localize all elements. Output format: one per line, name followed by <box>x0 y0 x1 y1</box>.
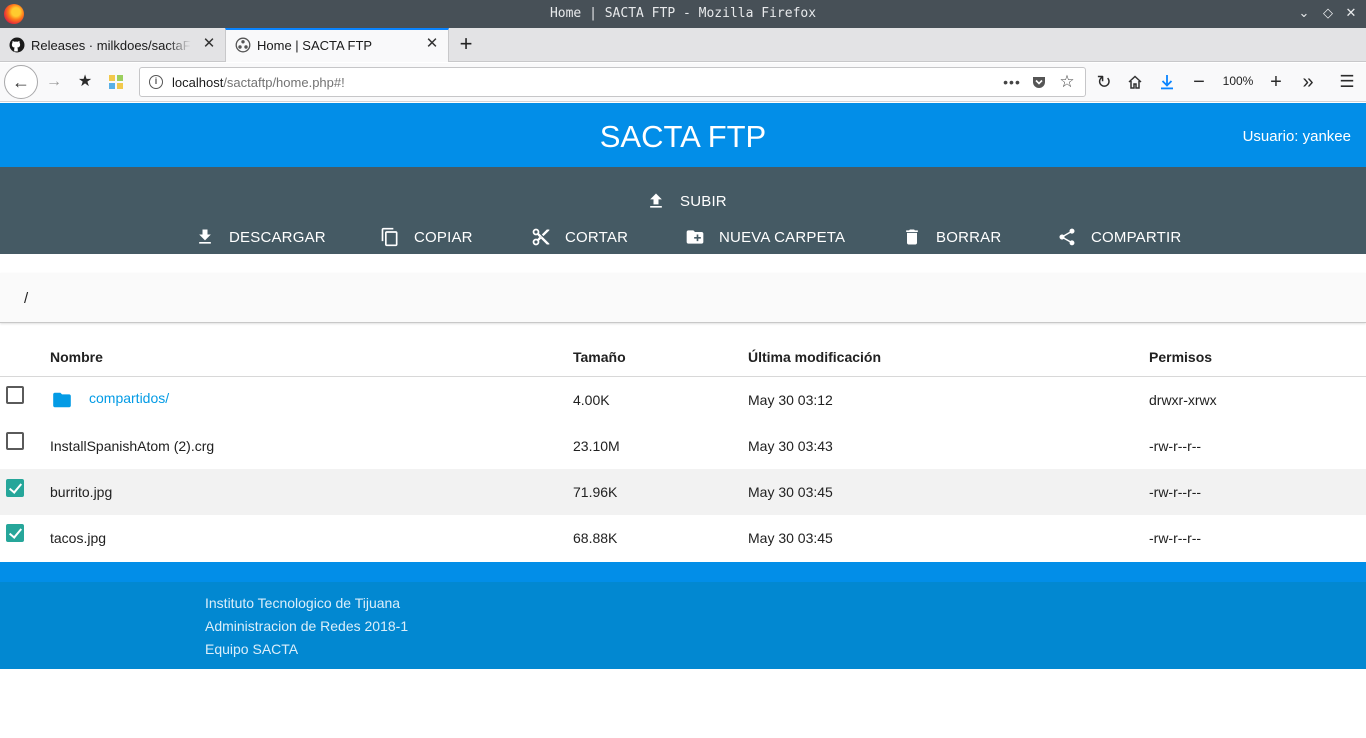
close-window-icon[interactable]: ✕ <box>1343 5 1359 21</box>
overflow-chevrons-icon[interactable]: » <box>1296 70 1320 94</box>
file-modified: May 30 03:45 <box>748 530 833 546</box>
tab-strip: Releases · milkdoes/sactaFTP ✕ Home | SA… <box>0 28 1366 62</box>
github-icon <box>9 37 25 53</box>
header-modified[interactable]: Última modificación <box>748 349 881 365</box>
zoom-level[interactable]: 100% <box>1216 74 1260 88</box>
delete-label: BORRAR <box>936 229 1002 246</box>
library-icon[interactable]: ★ <box>73 70 97 94</box>
folder-icon <box>53 392 71 408</box>
forward-button[interactable]: → <box>42 70 66 94</box>
file-size: 4.00K <box>573 392 610 408</box>
zoom-out-icon[interactable]: − <box>1187 70 1211 94</box>
table-header: Nombre Tamaño Última modificación Permis… <box>0 338 1366 377</box>
cut-label: CORTAR <box>565 229 629 246</box>
download-icon <box>199 229 211 244</box>
minimize-icon[interactable]: ⌄ <box>1296 5 1312 21</box>
app-header: SACTA FTP Usuario: yankee <box>0 103 1366 167</box>
downloads-icon[interactable] <box>1155 70 1179 94</box>
tab-label: Releases · milkdoes/sactaFTP <box>31 38 191 53</box>
table-row[interactable]: compartidos/ 4.00K May 30 03:12 drwxr-xr… <box>0 377 1366 423</box>
footer-institution: Instituto Tecnologico de Tijuana <box>205 595 401 611</box>
breadcrumb: / <box>0 273 1366 323</box>
share-icon <box>1059 228 1075 246</box>
close-tab-icon[interactable]: ✕ <box>424 36 440 52</box>
file-name[interactable]: InstallSpanishAtom (2).crg <box>50 438 214 454</box>
home-icon[interactable] <box>1123 70 1147 94</box>
url-bar[interactable]: i localhost/sactaftp/home.php#! ••• ☆ <box>139 67 1086 97</box>
user-label: Usuario: yankee <box>1242 128 1351 145</box>
new-folder-icon <box>686 230 704 244</box>
upload-label: SUBIR <box>680 193 727 210</box>
upload-icon <box>650 193 662 208</box>
scissors-icon <box>532 228 550 246</box>
file-permissions: -rw-r--r-- <box>1149 530 1202 546</box>
page-actions-icon[interactable]: ••• <box>1001 71 1023 93</box>
site-info-icon[interactable]: i <box>149 75 163 89</box>
url-text[interactable]: localhost/sactaftp/home.php#! <box>172 75 345 90</box>
download-label: DESCARGAR <box>229 229 326 246</box>
tab-releases[interactable]: Releases · milkdoes/sactaFTP ✕ <box>0 28 225 62</box>
window-titlebar: Home | SACTA FTP - Mozilla Firefox ⌄ ◇ ✕ <box>0 0 1366 28</box>
app-title: SACTA FTP <box>599 119 767 154</box>
copy-label: COPIAR <box>414 229 473 246</box>
file-name[interactable]: burrito.jpg <box>50 484 112 500</box>
file-permissions: -rw-r--r-- <box>1149 438 1202 454</box>
tab-home-active[interactable]: Home | SACTA FTP ✕ <box>225 28 449 62</box>
copy-icon <box>381 227 398 247</box>
hamburger-menu-icon[interactable]: ☰ <box>1335 70 1359 94</box>
pocket-icon[interactable] <box>1028 71 1050 93</box>
header-name[interactable]: Nombre <box>50 349 103 365</box>
header-size[interactable]: Tamaño <box>573 349 626 365</box>
table-row-selected[interactable]: tacos.jpg 68.88K May 30 03:45 -rw-r--r-- <box>0 515 1366 561</box>
window-title: Home | SACTA FTP - Mozilla Firefox <box>549 6 817 21</box>
page-footer: Instituto Tecnologico de Tijuana Adminis… <box>0 562 1366 669</box>
new-tab-icon[interactable]: + <box>455 32 477 56</box>
zoom-in-icon[interactable]: + <box>1264 70 1288 94</box>
file-modified: May 30 03:43 <box>748 438 833 454</box>
file-modified: May 30 03:12 <box>748 392 833 408</box>
reload-icon[interactable]: ↻ <box>1092 70 1116 94</box>
row-checkbox[interactable] <box>6 386 24 404</box>
file-name-link[interactable]: compartidos/ <box>89 390 169 406</box>
footer-course: Administracion de Redes 2018-1 <box>205 618 409 634</box>
file-size: 23.10M <box>573 438 620 454</box>
share-label: COMPARTIR <box>1091 229 1182 246</box>
globe-icon <box>235 37 251 53</box>
file-table: Nombre Tamaño Última modificación Permis… <box>0 338 1366 561</box>
close-tab-icon[interactable]: ✕ <box>201 36 217 52</box>
bookmark-star-icon[interactable]: ☆ <box>1056 71 1078 93</box>
trash-icon <box>906 229 918 245</box>
row-checkbox-checked[interactable] <box>6 524 24 542</box>
maximize-icon[interactable]: ◇ <box>1320 5 1336 21</box>
file-size: 68.88K <box>573 530 618 546</box>
tab-label: Home | SACTA FTP <box>257 38 373 53</box>
breadcrumb-path[interactable]: / <box>24 290 28 307</box>
header-permissions[interactable]: Permisos <box>1149 349 1212 365</box>
table-row-selected[interactable]: burrito.jpg 71.96K May 30 03:45 -rw-r--r… <box>0 469 1366 515</box>
footer-top-bar <box>0 562 1366 582</box>
file-size: 71.96K <box>573 484 618 500</box>
footer-team: Equipo SACTA <box>205 641 299 657</box>
nav-toolbar: ← → ★ i localhost/sactaftp/home.php#! ••… <box>0 63 1366 102</box>
file-name[interactable]: tacos.jpg <box>50 530 106 546</box>
action-toolbar: SUBIR DESCARGAR COPIAR CORTAR NUEVA CARP… <box>0 167 1366 254</box>
back-button[interactable]: ← <box>4 65 38 99</box>
row-checkbox[interactable] <box>6 432 24 450</box>
new-folder-label: NUEVA CARPETA <box>719 229 846 246</box>
table-row[interactable]: InstallSpanishAtom (2).crg 23.10M May 30… <box>0 423 1366 469</box>
file-permissions: -rw-r--r-- <box>1149 484 1202 500</box>
extension-icon[interactable] <box>104 70 128 94</box>
file-permissions: drwxr-xrwx <box>1149 392 1217 408</box>
file-modified: May 30 03:45 <box>748 484 833 500</box>
row-checkbox-checked[interactable] <box>6 479 24 497</box>
